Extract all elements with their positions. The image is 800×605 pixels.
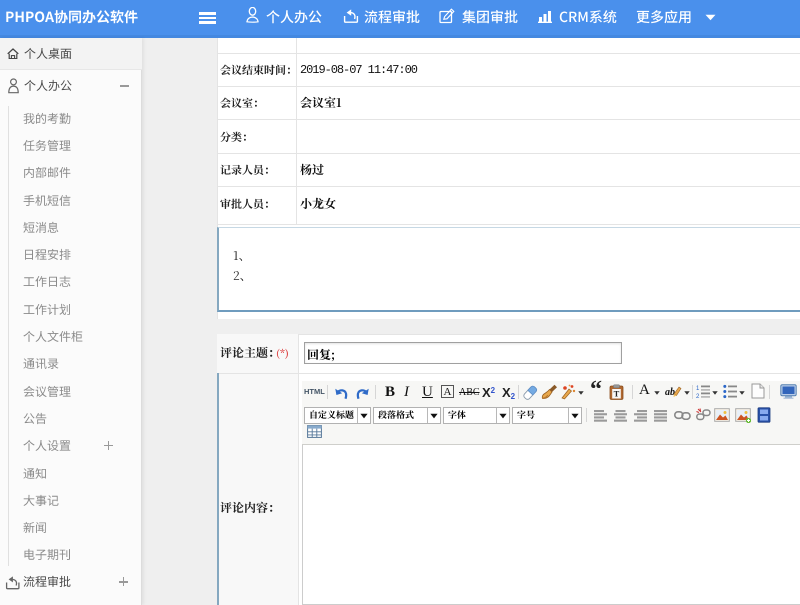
svg-text:1: 1 (696, 386, 700, 392)
svg-text:2: 2 (696, 394, 700, 399)
svg-text:T: T (614, 389, 620, 399)
svg-text:ab: ab (665, 387, 675, 398)
